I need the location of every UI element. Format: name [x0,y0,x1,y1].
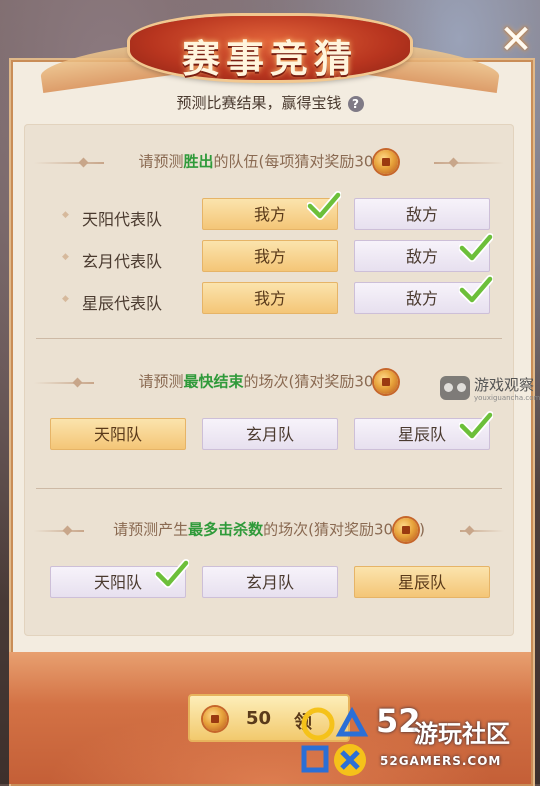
option-button[interactable]: 星辰队 [354,566,490,598]
option-button[interactable]: 玄月队 [202,418,338,450]
section-title-suffix: 的队伍(每项猜对奖励30 [213,152,374,171]
option-button[interactable]: 敌方 [354,233,493,272]
section-title-prefix: 请预测 [138,372,184,391]
option-label: 玄月队 [245,573,294,592]
option-label: 敌方 [405,289,438,308]
watermark-controller-logo-icon [301,706,369,776]
option-button[interactable]: 玄月队 [202,566,338,598]
dialog-title: 赛事竞猜 [181,36,358,81]
help-icon[interactable]: ? [347,95,364,112]
coin-icon [203,707,227,731]
watermark-logo-icon [440,376,470,400]
section-title-suffix: 的场次(猜对奖励30 [263,520,394,539]
check-icon [155,559,189,588]
section-title-winner: 请预测胜出的队伍(每项猜对奖励30 [24,150,514,174]
dialog-subtitle: 预测比赛结果，赢得宝钱? [0,92,540,113]
watermark-name: 游玩社区 [414,720,510,748]
section-title-suffix: 的场次(猜对奖励30 [243,372,374,391]
option-button[interactable]: 我方 [202,282,338,314]
section-title-highlight: 胜出 [183,152,214,171]
option-label: 敌方 [405,247,438,266]
option-label: 我方 [253,205,286,224]
check-icon [459,411,493,440]
option-label: 星辰队 [397,573,446,592]
team-label: 星辰代表队 [62,290,162,314]
section-title-suffix-end: ) [419,520,425,539]
watermark-url: youxiguancha.com [474,394,540,402]
check-icon [307,191,341,220]
team-label: 天阳代表队 [62,206,162,230]
section-title-prefix: 请预测产生 [113,520,189,539]
title-banner: 赛事竞猜 [38,6,502,94]
check-icon [459,233,493,262]
team-label: 玄月代表队 [62,248,162,272]
option-label: 天阳队 [93,425,142,444]
section-title-highlight: 最多击杀数 [188,520,264,539]
close-button[interactable]: ✕ [496,20,536,60]
option-button[interactable]: 天阳队 [50,559,189,598]
option-button[interactable]: 敌方 [354,275,493,314]
option-label: 天阳队 [93,573,142,592]
option-button[interactable]: 我方 [202,240,338,272]
option-label: 星辰队 [397,425,446,444]
option-button[interactable]: 我方 [202,191,341,230]
option-label: 敌方 [405,205,438,224]
section-title-prefix: 请预测 [138,152,184,171]
check-icon [459,275,493,304]
section-title-highlight: 最快结束 [183,372,244,391]
coin-icon [374,150,399,174]
subtitle-text: 预测比赛结果，赢得宝钱 [176,94,342,112]
option-button[interactable]: 天阳队 [50,418,186,450]
section-divider [36,338,502,339]
section-divider [36,488,502,489]
watermark-52gamers: 52 游玩社区 52GAMERS.COM [296,702,540,784]
claim-amount: 50 [246,708,272,729]
option-button[interactable]: 敌方 [354,198,490,230]
section-title-most-kills: 请预测产生最多击杀数的场次(猜对奖励30) [24,518,514,542]
coin-icon [374,370,399,394]
option-label: 玄月队 [245,425,294,444]
watermark-url: 52GAMERS.COM [380,754,502,768]
option-label: 我方 [253,289,286,308]
watermark-name: 游戏观察 [474,376,535,394]
option-button[interactable]: 星辰队 [354,411,493,450]
option-label: 我方 [253,247,286,266]
watermark-youxiguancha: 游戏观察 youxiguancha.com [440,372,540,408]
coin-icon [394,518,419,542]
